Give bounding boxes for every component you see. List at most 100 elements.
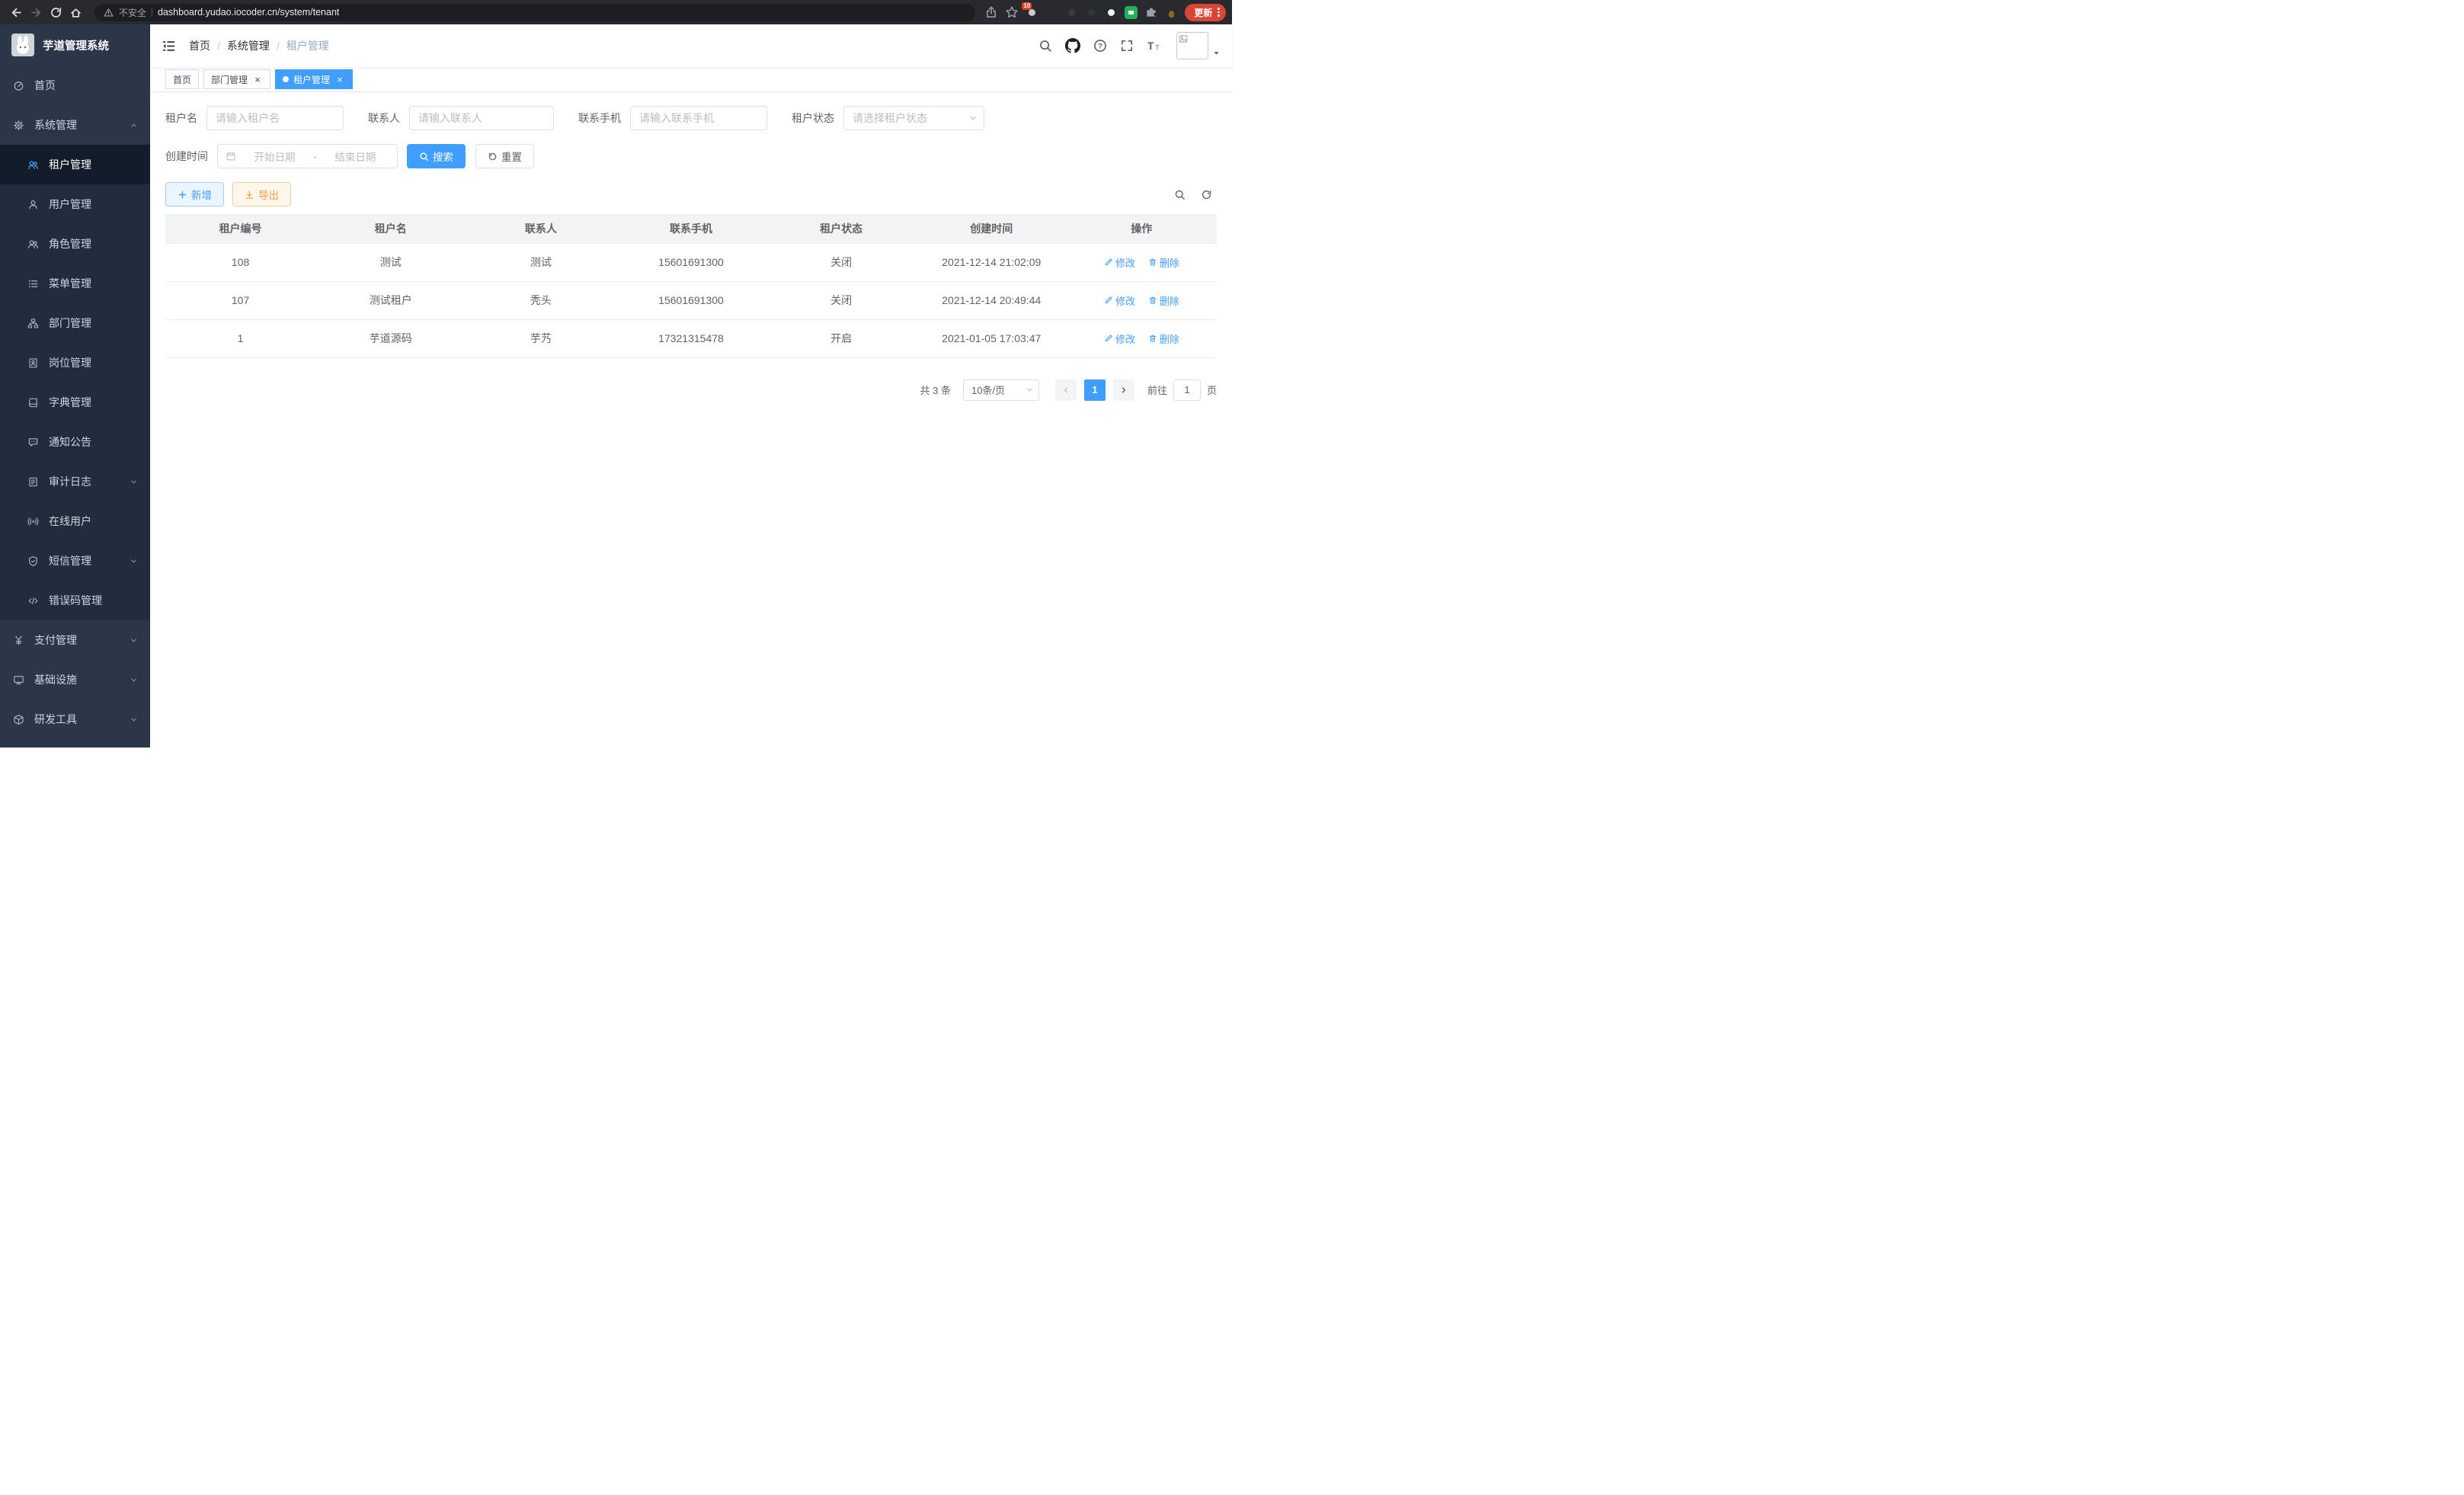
- contact-mobile-input[interactable]: [630, 106, 767, 130]
- breadcrumb-home[interactable]: 首页: [189, 38, 210, 53]
- next-page-button[interactable]: [1113, 379, 1134, 401]
- sidebar-item-role[interactable]: 角色管理: [0, 224, 150, 264]
- create-time-range-picker[interactable]: 开始日期 - 结束日期: [217, 144, 398, 168]
- browser-forward-button[interactable]: [26, 2, 46, 22]
- sidebar-item-pay[interactable]: 支付管理: [0, 620, 150, 660]
- org-tree-icon: [27, 318, 39, 329]
- yuan-icon: [13, 635, 24, 646]
- tenant-status-select[interactable]: 请选择租户状态: [843, 106, 984, 130]
- tab-dept[interactable]: 部门管理 ×: [203, 69, 270, 89]
- goto-page-input[interactable]: [1173, 379, 1201, 401]
- refresh-table-icon[interactable]: [1201, 189, 1212, 200]
- extension-icon-2[interactable]: [1045, 6, 1058, 19]
- tenant-name-input[interactable]: [206, 106, 344, 130]
- address-bar[interactable]: 不安全 dashboard.yudao.iocoder.cn/system/te…: [94, 4, 975, 21]
- cell-created: 2021-01-05 17:03:47: [917, 319, 1067, 357]
- extension-icon-6[interactable]: [1125, 6, 1138, 19]
- sidebar-item-label: 首页: [34, 78, 56, 93]
- close-icon[interactable]: ×: [252, 74, 263, 85]
- sidebar-item-infra[interactable]: 基础设施: [0, 660, 150, 699]
- column-header-tenant-id: 租户编号: [165, 214, 315, 243]
- help-icon[interactable]: ?: [1093, 39, 1107, 53]
- toggle-search-icon[interactable]: [1174, 189, 1186, 200]
- add-button[interactable]: 新增: [165, 182, 224, 206]
- font-size-icon[interactable]: TT: [1147, 39, 1160, 53]
- user-menu[interactable]: [1176, 32, 1221, 59]
- refresh-icon: [488, 152, 498, 162]
- browser-reload-button[interactable]: [46, 2, 66, 22]
- fullscreen-icon[interactable]: [1120, 39, 1134, 53]
- sidebar-item-menu[interactable]: 菜单管理: [0, 264, 150, 303]
- page-size-select[interactable]: 10条/页: [963, 379, 1039, 401]
- browser-profile-avatar[interactable]: [1165, 6, 1178, 19]
- extension-icon-3[interactable]: [1065, 6, 1078, 19]
- browser-home-button[interactable]: [66, 2, 85, 22]
- page-number-button[interactable]: 1: [1084, 379, 1106, 401]
- close-icon[interactable]: ×: [334, 74, 345, 85]
- sidebar-item-dict[interactable]: 字典管理: [0, 383, 150, 422]
- cell-tenant-id: 108: [165, 243, 315, 281]
- tab-label: 租户管理: [293, 73, 330, 86]
- sidebar-item-tenant[interactable]: 租户管理: [0, 145, 150, 184]
- breadcrumb-system[interactable]: 系统管理: [227, 38, 270, 53]
- start-date-placeholder: 开始日期: [241, 149, 309, 164]
- delete-link[interactable]: 删除: [1148, 255, 1179, 270]
- sidebar-item-home[interactable]: 首页: [0, 66, 150, 105]
- shield-icon: [27, 555, 39, 567]
- browser-back-button[interactable]: [6, 2, 26, 22]
- delete-link[interactable]: 删除: [1148, 293, 1179, 308]
- sidebar-item-notice[interactable]: 通知公告: [0, 422, 150, 462]
- delete-link[interactable]: 删除: [1148, 331, 1179, 346]
- roles-icon: [27, 238, 39, 250]
- search-icon[interactable]: [1038, 39, 1052, 53]
- bookmark-button[interactable]: [1005, 5, 1019, 19]
- sidebar-item-error-code[interactable]: 错误码管理: [0, 581, 150, 620]
- sidebar-item-post[interactable]: 岗位管理: [0, 343, 150, 383]
- book-icon: [27, 397, 39, 408]
- sidebar-item-audit-log[interactable]: 审计日志: [0, 462, 150, 501]
- share-button[interactable]: [984, 5, 998, 19]
- puzzle-icon: [1144, 5, 1158, 19]
- search-button[interactable]: 搜索: [407, 144, 466, 168]
- search-button-label: 搜索: [433, 149, 453, 164]
- sidebar-item-sms[interactable]: 短信管理: [0, 541, 150, 581]
- edit-link[interactable]: 修改: [1104, 293, 1135, 308]
- sidebar-item-system[interactable]: 系统管理: [0, 105, 150, 145]
- extension-icon-5[interactable]: [1105, 6, 1118, 19]
- breadcrumb-current: 租户管理: [286, 38, 329, 53]
- browser-update-button[interactable]: 更新: [1185, 4, 1226, 21]
- github-icon[interactable]: [1065, 38, 1080, 53]
- calendar-icon: [226, 151, 236, 162]
- cell-status: 关闭: [766, 281, 917, 319]
- select-placeholder: 请选择租户状态: [853, 110, 927, 126]
- export-button[interactable]: 导出: [232, 182, 291, 206]
- svg-text:T: T: [1155, 43, 1159, 51]
- prev-page-button[interactable]: [1055, 379, 1077, 401]
- sidebar-item-dev-tools[interactable]: 研发工具: [0, 699, 150, 739]
- contact-name-input[interactable]: [409, 106, 554, 130]
- tab-tenant[interactable]: 租户管理 ×: [275, 69, 353, 89]
- extensions-menu-button[interactable]: [1144, 5, 1158, 19]
- edit-pencil-icon: [1104, 258, 1113, 267]
- sidebar-item-online-user[interactable]: 在线用户: [0, 501, 150, 541]
- extension-icon-4[interactable]: [1085, 6, 1098, 19]
- table-row: 108 测试 测试 15601691300 关闭 2021-12-14 21:0…: [165, 243, 1217, 281]
- gear-icon: [13, 120, 24, 131]
- chevron-down-icon: [1026, 386, 1034, 394]
- tab-home[interactable]: 首页: [165, 69, 199, 89]
- edit-link[interactable]: 修改: [1104, 255, 1135, 270]
- reset-button[interactable]: 重置: [475, 144, 534, 168]
- sidebar-logo[interactable]: 芋道管理系统: [0, 24, 150, 66]
- back-arrow-icon: [10, 6, 23, 19]
- cell-tenant-name: 测试租户: [315, 281, 466, 319]
- tenant-status-label: 租户状态: [792, 110, 834, 126]
- extension-icon-1[interactable]: 10: [1026, 6, 1038, 19]
- sidebar-fold-icon[interactable]: [162, 39, 176, 53]
- sidebar-item-user[interactable]: 用户管理: [0, 184, 150, 224]
- edit-link[interactable]: 修改: [1104, 331, 1135, 346]
- badge-icon: [27, 357, 39, 369]
- sidebar-item-label: 支付管理: [34, 632, 77, 648]
- sidebar-item-dept[interactable]: 部门管理: [0, 303, 150, 343]
- sidebar-item-label: 错误码管理: [49, 593, 102, 608]
- page-unit-label: 页: [1207, 383, 1217, 397]
